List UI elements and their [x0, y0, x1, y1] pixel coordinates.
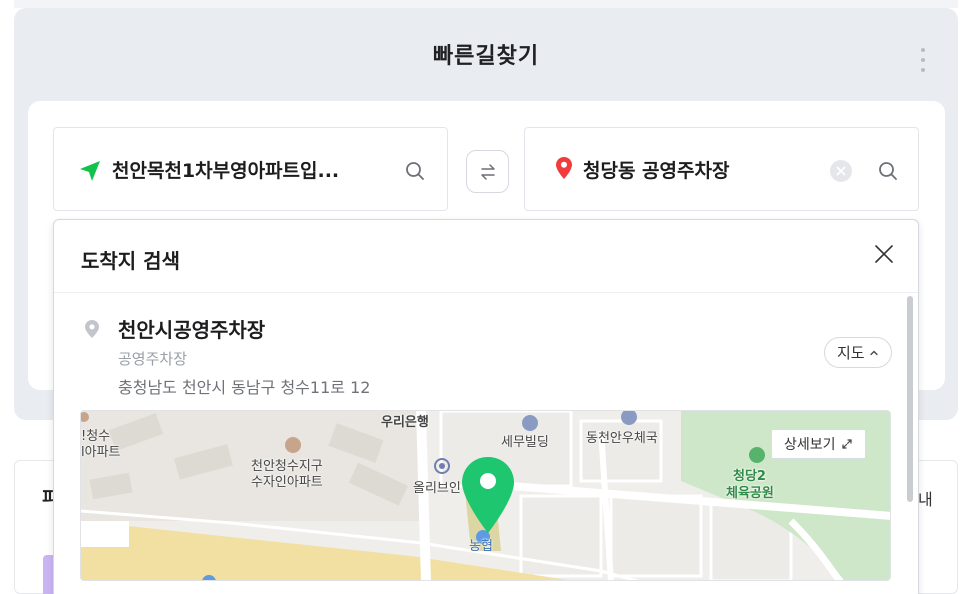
- map-label: 올리브인: [413, 481, 461, 496]
- search-icon[interactable]: [404, 160, 426, 182]
- top-edge: [14, 0, 958, 8]
- map-label: 우리은행: [381, 415, 429, 430]
- map-detail-button[interactable]: 상세보기: [771, 429, 866, 459]
- scrollbar-thumb[interactable]: [907, 296, 913, 502]
- map-label: 천안청수지구: [251, 459, 323, 474]
- origin-text: 천안목천1차부영아파트입...: [112, 160, 340, 182]
- location-marker-icon: [85, 320, 99, 338]
- more-options-icon[interactable]: [919, 48, 927, 72]
- map-label: l아파트: [81, 445, 121, 460]
- origin-field[interactable]: 천안목천1차부영아파트입...: [53, 127, 448, 211]
- destination-text: 청당동 공영주차장: [583, 160, 730, 182]
- search-icon[interactable]: [877, 160, 899, 182]
- result-address: 충청남도 천안시 동남구 청수11로 12: [118, 378, 371, 397]
- map-label: !청수: [81, 429, 111, 444]
- swap-button[interactable]: [466, 150, 509, 193]
- expand-icon: [841, 439, 852, 449]
- map-label: 농협: [469, 539, 493, 554]
- result-name[interactable]: 천안시공영주차장: [118, 314, 265, 343]
- map-label: 청당2: [733, 469, 766, 484]
- map-toggle-label: 지도: [837, 344, 865, 362]
- close-icon[interactable]: [873, 243, 895, 265]
- destination-field[interactable]: 청당동 공영주차장: [524, 127, 919, 211]
- dropdown-header: 도착지 검색: [54, 220, 918, 293]
- map-label: 동천안우체국: [586, 431, 658, 446]
- map-detail-label: 상세보기: [784, 437, 836, 453]
- result-category: 공영주차장: [118, 350, 188, 368]
- clear-icon[interactable]: [830, 160, 852, 182]
- background-card-right-label: 내: [918, 490, 933, 509]
- dropdown-title: 도착지 검색: [81, 249, 180, 273]
- map-label: 수자인아파트: [251, 475, 323, 490]
- map-label: 체육공원: [726, 486, 774, 501]
- chevron-up-icon: [869, 350, 878, 355]
- map-toggle-button[interactable]: 지도: [824, 337, 892, 368]
- page-title: 빠른길찾기: [432, 44, 540, 69]
- map-label: 세무빌딩: [501, 435, 549, 450]
- swap-arrows-icon: [480, 163, 495, 180]
- map-preview[interactable]: 우리은행 세무빌딩 동천안우체국 !청수 l아파트 천안청수지구 수자인아파트 …: [80, 410, 891, 581]
- map-pin-icon[interactable]: [459, 455, 517, 535]
- location-pin-icon: [556, 157, 572, 179]
- navigation-arrow-icon: [80, 161, 100, 181]
